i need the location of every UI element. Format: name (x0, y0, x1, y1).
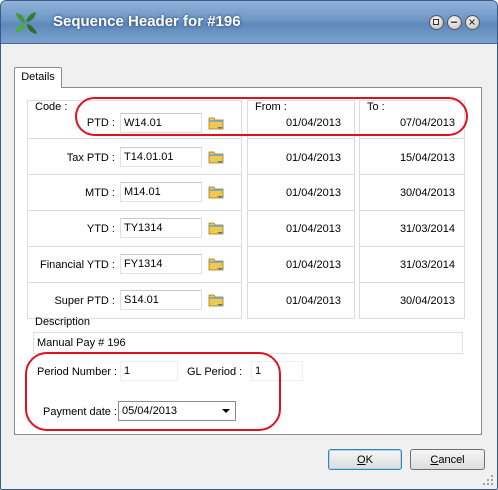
ok-button[interactable]: OK (328, 449, 402, 470)
app-leaf-icon (15, 12, 37, 34)
code-header-label: Code : (35, 101, 68, 113)
folder-browse-icon[interactable] (208, 185, 224, 199)
description-input[interactable]: Manual Pay # 196 (37, 337, 126, 349)
ytd-label: YTD : (86, 223, 115, 235)
folder-browse-icon[interactable] (208, 221, 224, 235)
ptd-to-value: 07/04/2013 (399, 117, 455, 129)
mtd-from-value: 01/04/2013 (285, 187, 341, 199)
restore-button[interactable] (429, 15, 444, 30)
ptd-code-input[interactable]: W14.01 (120, 113, 202, 133)
minimize-icon (451, 21, 457, 23)
folder-browse-icon[interactable] (208, 150, 224, 164)
super-ptd-from-value: 01/04/2013 (285, 295, 341, 307)
ytd-to-value: 31/03/2014 (399, 223, 455, 235)
ytd-code-input[interactable]: TY1314 (120, 218, 202, 238)
taxptd-label: Tax PTD : (66, 152, 115, 164)
close-icon (469, 19, 475, 25)
to-header-label: To : (367, 101, 385, 113)
financial-ytd-label: Financial YTD : (40, 259, 115, 271)
dropdown-arrow-icon (222, 409, 230, 413)
ptd-from-value: 01/04/2013 (285, 117, 341, 129)
mtd-code-input[interactable]: M14.01 (120, 182, 202, 202)
cancel-button[interactable]: Cancel (410, 449, 485, 470)
period-number-input[interactable]: 1 (120, 361, 178, 381)
tab-details[interactable]: Details (14, 67, 62, 88)
period-number-label: Period Number : (37, 366, 118, 378)
description-label: Description (35, 316, 91, 328)
super-ptd-to-value: 30/04/2013 (399, 295, 455, 307)
ytd-from-value: 01/04/2013 (285, 223, 341, 235)
taxptd-to-value: 15/04/2013 (399, 152, 455, 164)
gl-period-input[interactable]: 1 (251, 361, 303, 381)
ok-underline-char: O (357, 454, 366, 466)
gl-period-label: GL Period : (187, 366, 243, 378)
folder-browse-icon[interactable] (208, 257, 224, 271)
restore-icon (433, 19, 439, 25)
from-header-label: From : (255, 101, 287, 113)
taxptd-code-input[interactable]: T14.01.01 (120, 147, 202, 167)
financial-ytd-to-value: 31/03/2014 (399, 259, 455, 271)
ptd-label: PTD : (86, 117, 115, 129)
cancel-label-rest: ancel (438, 454, 465, 466)
payment-date-select[interactable]: 05/04/2013 (118, 401, 236, 421)
minimize-button[interactable] (447, 15, 462, 30)
folder-browse-icon[interactable] (208, 116, 224, 130)
mtd-to-value: 30/04/2013 (399, 187, 455, 199)
ok-label-rest: K (365, 454, 373, 466)
details-panel: Code : From : To : PTD : W14.01 01/04/20… (14, 87, 482, 435)
sequence-header-window: Sequence Header for #196 Details Code : … (0, 0, 498, 490)
payment-date-label: Payment date : (43, 406, 117, 418)
mtd-label: MTD : (85, 187, 115, 199)
folder-browse-icon[interactable] (208, 293, 224, 307)
payment-date-value: 05/04/2013 (122, 405, 178, 417)
title-bar[interactable]: Sequence Header for #196 (1, 1, 497, 44)
resize-grip-icon[interactable] (482, 474, 494, 486)
close-button[interactable] (465, 15, 480, 30)
taxptd-from-value: 01/04/2013 (285, 152, 341, 164)
super-ptd-label: Super PTD : (54, 295, 115, 307)
financial-ytd-from-value: 01/04/2013 (285, 259, 341, 271)
window-title: Sequence Header for #196 (53, 13, 241, 30)
financial-ytd-code-input[interactable]: FY1314 (120, 254, 202, 274)
super-ptd-code-input[interactable]: S14.01 (120, 290, 202, 310)
